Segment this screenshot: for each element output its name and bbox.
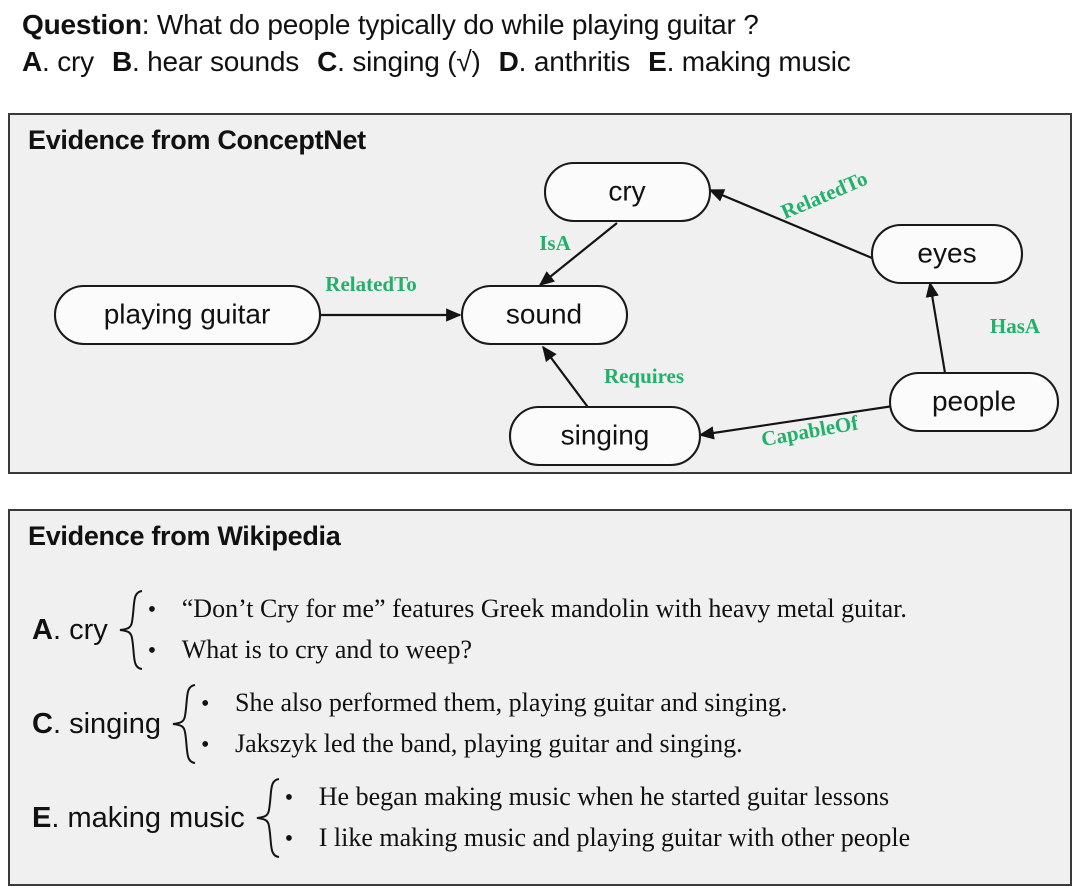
wikipedia-group-e-choice-text: making music (67, 801, 245, 834)
wikipedia-group-c-choice-text: singing (69, 707, 161, 740)
question-text: What do people typically do while playin… (156, 9, 759, 40)
wikipedia-group-c-letter: C (32, 707, 53, 740)
option-e-letter: E (648, 46, 667, 77)
option-e-dot: . (666, 46, 675, 77)
option-c-text: singing (√) (352, 46, 481, 77)
graph-node-sound-label: sound (506, 298, 582, 329)
option-a-text: cry (57, 46, 94, 77)
wikipedia-group-a-choice: A. cry (32, 614, 108, 647)
wikipedia-group-a-bullet-0: “Don’t Cry for me” features Greek mandol… (181, 594, 907, 623)
curly-brace-icon-c (171, 683, 197, 765)
edge-singing-to-sound (542, 345, 591, 411)
question-label: Question (22, 9, 142, 40)
wikipedia-group-e: E. making music • He began making music … (10, 771, 1074, 865)
wikipedia-group-e-choice: E. making music (32, 802, 245, 835)
answer-options-row: A. cry B. hear sounds C. singing (√) D. ant… (22, 43, 1080, 80)
wikipedia-group-c-bullets: • She also performed them, playing guita… (201, 683, 1074, 765)
option-d[interactable]: D. anthritis (498, 46, 631, 77)
option-b-text: hear sounds (147, 46, 300, 77)
list-item: • He began making music when he started … (285, 777, 1074, 818)
wikipedia-group-a-bullet-1: What is to cry and to weep? (181, 635, 472, 664)
list-item: • What is to cry and to weep? (148, 630, 1074, 671)
wikipedia-group-c: C. singing • She also performed them, pl… (10, 677, 1074, 771)
curly-brace-icon-e (255, 777, 281, 859)
bullet-icon: • (284, 826, 294, 852)
graph-node-singing-label: singing (561, 419, 650, 450)
option-d-dot: . (518, 46, 527, 77)
bullet-icon: • (200, 732, 210, 758)
option-c-dot: . (337, 46, 345, 77)
option-c[interactable]: C. singing (√) (317, 46, 481, 77)
option-a-dot: . (42, 46, 50, 77)
option-d-text: anthritis (533, 46, 631, 77)
conceptnet-evidence-panel: Evidence from ConceptNet playing guitar (8, 113, 1072, 474)
edge-label-capableof: CapableOf (759, 410, 861, 451)
edge-label-relatedto-eyes: RelatedTo (777, 166, 871, 224)
wikipedia-group-e-bullet-1: I like making music and playing guitar w… (318, 823, 911, 852)
edge-label-requires: Requires (604, 364, 684, 388)
question-separator: : (141, 9, 157, 40)
wikipedia-group-a-bullets: • “Don’t Cry for me” features Greek mand… (148, 589, 1074, 671)
graph-node-people-label: people (932, 385, 1016, 416)
edge-label-isa: IsA (539, 231, 571, 255)
edge-people-to-eyes (925, 281, 947, 374)
wikipedia-group-c-bullet-0: She also performed them, playing guitar … (234, 688, 788, 717)
list-item: • Jakszyk led the band, playing guitar a… (201, 724, 1074, 765)
bullet-icon: • (147, 597, 157, 623)
wikipedia-group-a: A. cry • “Don’t Cry for me” features Gre… (10, 583, 1074, 677)
graph-node-eyes-label: eyes (917, 237, 976, 268)
graph-nodes: playing guitar cry sound eyes people sin (53, 161, 1060, 467)
wikipedia-evidence-list: A. cry • “Don’t Cry for me” features Gre… (10, 583, 1074, 865)
option-e-text: making music (681, 46, 851, 77)
edge-label-relatedto-playing-guitar: RelatedTo (325, 272, 416, 296)
wikipedia-evidence-panel: Evidence from Wikipedia A. cry • “Don’t … (8, 509, 1072, 886)
list-item: • “Don’t Cry for me” features Greek mand… (148, 589, 1074, 630)
option-b-dot: . (131, 46, 140, 77)
wikipedia-group-c-choice: C. singing (32, 708, 161, 741)
wikipedia-group-c-bullet-1: Jakszyk led the band, playing guitar and… (234, 729, 743, 758)
wikipedia-group-c-dot: . (52, 707, 62, 740)
option-b-letter: B (111, 46, 132, 77)
option-c-letter: C (317, 46, 338, 77)
edge-label-hasa: HasA (990, 314, 1041, 338)
wikipedia-group-a-letter: A (32, 613, 53, 646)
graph-node-cry-label: cry (608, 175, 645, 206)
wikipedia-group-a-choice-text: cry (69, 613, 108, 646)
graph-node-sound[interactable]: sound (460, 284, 629, 346)
bullet-icon: • (200, 691, 210, 717)
question-line: Question: What do people typically do wh… (22, 6, 1080, 43)
wikipedia-group-e-letter: E (32, 801, 52, 834)
wikipedia-group-e-dot: . (51, 801, 60, 834)
graph-node-people[interactable]: people (888, 371, 1060, 433)
wikipedia-group-e-bullets: • He began making music when he started … (285, 777, 1074, 859)
list-item: • She also performed them, playing guita… (201, 683, 1074, 724)
bullet-icon: • (147, 638, 157, 664)
option-d-letter: D (498, 46, 519, 77)
option-e[interactable]: E. making music (648, 46, 851, 77)
bullet-icon: • (284, 785, 294, 811)
graph-node-playing-guitar[interactable]: playing guitar (53, 284, 322, 346)
curly-brace-icon-a (118, 589, 144, 671)
option-b[interactable]: B. hear sounds (112, 46, 299, 77)
option-a[interactable]: A. cry (22, 46, 94, 77)
graph-node-cry[interactable]: cry (543, 161, 712, 223)
graph-node-playing-guitar-label: playing guitar (104, 298, 271, 329)
list-item: • I like making music and playing guitar… (285, 818, 1074, 859)
graph-node-singing[interactable]: singing (508, 405, 702, 467)
graph-node-eyes[interactable]: eyes (870, 223, 1024, 285)
wikipedia-panel-title: Evidence from Wikipedia (28, 521, 341, 551)
option-a-letter: A (22, 46, 43, 77)
graph-edges (320, 188, 947, 440)
question-header: Question: What do people typically do wh… (0, 0, 1080, 80)
wikipedia-group-a-dot: . (52, 613, 62, 646)
wikipedia-group-e-bullet-0: He began making music when he started gu… (318, 782, 890, 811)
conceptnet-knowledge-graph: playing guitar cry sound eyes people sin (53, 161, 1060, 467)
